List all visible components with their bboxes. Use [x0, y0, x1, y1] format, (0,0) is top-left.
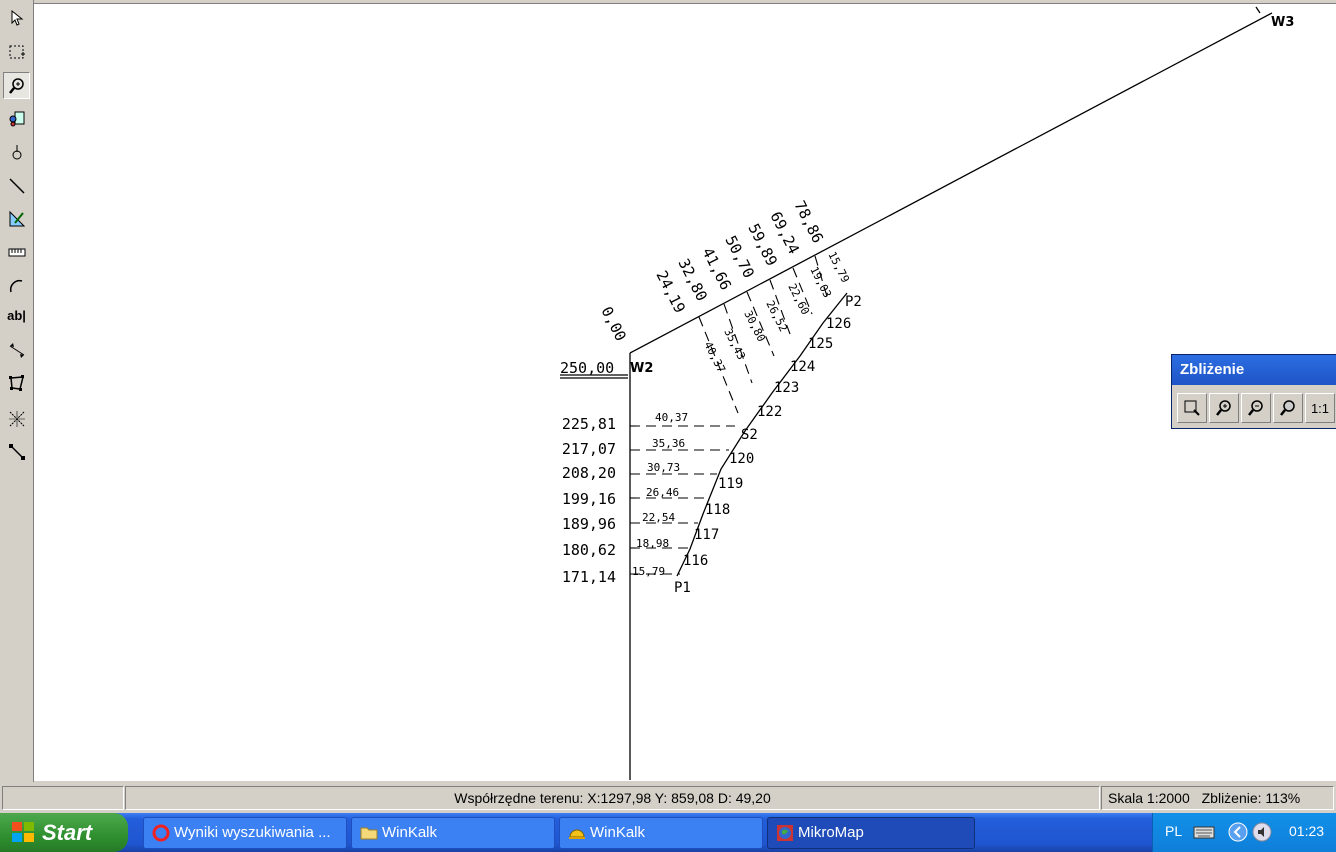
- offset-label: 19,03: [807, 264, 834, 299]
- point-icon[interactable]: [3, 139, 30, 166]
- task-mikromap[interactable]: MikroMap: [767, 817, 975, 849]
- status-scale: Skala 1:2000: [1108, 790, 1190, 806]
- task-winkalk-folder[interactable]: WinKalk: [351, 817, 555, 849]
- task-winkalk-app[interactable]: WinKalk: [559, 817, 763, 849]
- point-number: 119: [718, 476, 743, 492]
- speaker-icon[interactable]: [1251, 821, 1273, 843]
- tool-palette: ab|: [0, 0, 34, 782]
- offset-label: 18,98: [636, 537, 669, 550]
- offset-label: 26,52: [763, 298, 790, 333]
- task-label: WinKalk: [590, 824, 646, 841]
- rect-select-icon[interactable]: [3, 38, 30, 65]
- intersect-icon[interactable]: [3, 405, 30, 432]
- language-indicator[interactable]: PL: [1165, 823, 1182, 839]
- chainage-label: 208,20: [562, 464, 616, 482]
- point-number: 116: [683, 553, 708, 569]
- offset-label: 15,79: [825, 249, 852, 284]
- status-coordinates: Współrzędne terenu: X:1297,98 Y: 859,08 …: [125, 786, 1100, 810]
- map-canvas[interactable]: W2 W3 P1 P2 S2 250,00 225,81 217,07 208,20 199,16…: [34, 3, 1336, 781]
- task-label: WinKalk: [382, 824, 438, 841]
- offset-label: 40,37: [701, 339, 728, 374]
- start-label: Start: [42, 819, 93, 845]
- point-number: 118: [705, 502, 730, 518]
- tray-expand-icon[interactable]: [1227, 821, 1249, 843]
- chainage-label: 225,81: [562, 415, 616, 433]
- zoom-window-icon[interactable]: [1177, 393, 1207, 423]
- zoom-all-icon[interactable]: [1273, 393, 1303, 423]
- offset-label: 30,73: [647, 461, 680, 474]
- chainage-label: 180,62: [562, 541, 616, 559]
- keyboard-icon[interactable]: [1193, 823, 1215, 841]
- task-label: MikroMap: [798, 824, 864, 841]
- point-number: 123: [774, 380, 799, 396]
- point-number: 120: [729, 451, 754, 467]
- station-label: W2: [630, 361, 653, 376]
- zoom-panel-title[interactable]: Zbliżenie: [1172, 355, 1336, 385]
- chainage-label: 217,07: [562, 440, 616, 458]
- offset-label: 15,79: [632, 565, 665, 578]
- windows-logo-icon: [12, 821, 36, 844]
- segment-icon[interactable]: [3, 438, 30, 465]
- offset-label: 26,46: [646, 486, 679, 499]
- chainage-label: 250,00: [560, 359, 614, 377]
- offset-label: 30,80: [741, 308, 768, 343]
- chainage-label: 171,14: [562, 568, 616, 586]
- polygon-icon[interactable]: [3, 369, 30, 396]
- chainage-label: 189,96: [562, 515, 616, 533]
- zoom-panel: Zbliżenie 1:1: [1171, 354, 1336, 429]
- text-tool-icon[interactable]: ab|: [3, 302, 30, 329]
- point-number: 125: [808, 336, 833, 352]
- start-button[interactable]: Start: [0, 813, 128, 852]
- point-number: 124: [790, 359, 815, 375]
- survey-drawing: W2 W3 P1 P2 S2 250,00 225,81 217,07 208,20 199,16…: [560, 6, 1294, 780]
- offset-label: 22,54: [642, 511, 675, 524]
- status-empty-pane: [2, 786, 124, 810]
- status-zoom: Zbliżenie: 113%: [1201, 790, 1301, 806]
- station-label: P2: [845, 294, 862, 310]
- opera-icon: [152, 824, 170, 842]
- zoom-icon[interactable]: [3, 72, 30, 99]
- base-line-diagonal: [629, 12, 1273, 354]
- globe-icon: [777, 825, 793, 841]
- zoom-out-icon[interactable]: [1241, 393, 1271, 423]
- taskbar: Start Wyniki wyszukiwania ... WinKalk Wi…: [0, 813, 1336, 852]
- station-label: W3: [1271, 15, 1294, 30]
- zoom-in-icon[interactable]: [1209, 393, 1239, 423]
- task-label: Wyniki wyszukiwania ...: [174, 824, 331, 841]
- ruler-icon[interactable]: [3, 238, 30, 265]
- zoom-1-1-button[interactable]: 1:1: [1305, 393, 1335, 423]
- folder-icon: [360, 827, 378, 840]
- point-number: 117: [694, 527, 719, 543]
- status-scale-zoom: Skala 1:2000 Zbliżenie: 113%: [1101, 786, 1334, 810]
- offset-label: 35,43: [721, 326, 748, 361]
- measure-icon[interactable]: [3, 205, 30, 232]
- clock: 01:23: [1289, 823, 1325, 839]
- arc-icon[interactable]: [3, 272, 30, 299]
- station-label: S2: [741, 427, 758, 443]
- chainage-label: 0,00: [597, 304, 629, 344]
- chainage-label: 199,16: [562, 490, 616, 508]
- offset-label: 22,60: [785, 281, 812, 316]
- point-number: 122: [757, 404, 782, 420]
- offset-label: 40,37: [655, 411, 688, 424]
- line-icon[interactable]: [3, 172, 30, 199]
- layers-icon[interactable]: [3, 105, 30, 132]
- offset-label: 35,36: [652, 437, 685, 450]
- dimension-icon[interactable]: [3, 336, 30, 363]
- status-bar: Współrzędne terenu: X:1297,98 Y: 859,08 …: [0, 784, 1336, 812]
- task-opera[interactable]: Wyniki wyszukiwania ...: [143, 817, 347, 849]
- select-arrow-icon[interactable]: [3, 4, 30, 31]
- helmet-icon: [569, 829, 585, 839]
- point-number: 126: [826, 316, 851, 332]
- system-tray: PL 01:23: [1152, 813, 1336, 852]
- station-label: P1: [674, 580, 691, 596]
